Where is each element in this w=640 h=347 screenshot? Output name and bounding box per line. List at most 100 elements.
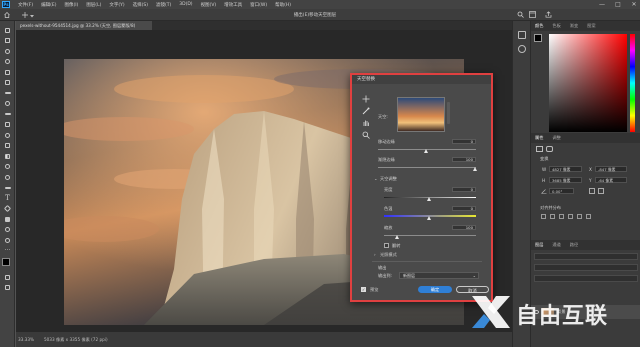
fade-edge-thumb[interactable] (473, 167, 477, 171)
preview-checkbox[interactable]: ✓ (361, 287, 366, 292)
sky-preset-thumbnail[interactable] (397, 97, 445, 132)
adjustments-panel-icon[interactable] (518, 45, 526, 53)
lighting-mode-label[interactable]: 光照模式 (380, 252, 397, 258)
shift-edge-field[interactable]: 0 (452, 139, 476, 144)
align-top-icon[interactable] (568, 214, 573, 219)
path-select-icon[interactable] (0, 204, 15, 215)
tab-paths[interactable]: 路径 (570, 242, 578, 248)
zoom-tool-icon[interactable] (362, 131, 370, 139)
healing-brush-icon[interactable] (0, 99, 15, 110)
dodge-tool-icon[interactable] (0, 172, 15, 183)
align-right-icon[interactable] (559, 214, 564, 219)
menu-3d[interactable]: 3D(D) (179, 2, 192, 7)
move-tool-icon[interactable] (0, 25, 15, 36)
quick-select-icon[interactable] (0, 57, 15, 68)
tab-layers[interactable]: 图层 (535, 242, 543, 248)
brightness-field[interactable]: 0 (452, 187, 476, 192)
search-icon[interactable] (517, 11, 524, 18)
document-tab[interactable]: pexels-without-9544514.jpg @ 33.2% (天空, … (16, 21, 152, 30)
temperature-thumb[interactable] (427, 216, 431, 220)
menu-help[interactable]: 帮助(H) (275, 2, 291, 8)
frame-tool-icon[interactable] (0, 78, 15, 89)
color-picker-field[interactable] (549, 34, 627, 132)
history-brush-icon[interactable] (0, 130, 15, 141)
temperature-field[interactable]: 0 (452, 206, 476, 211)
menu-layer[interactable]: 图层(L) (86, 2, 101, 8)
tab-gradients[interactable]: 渐变 (570, 23, 578, 29)
menu-filter[interactable]: 滤镜(T) (156, 2, 171, 8)
menu-select[interactable]: 选择(S) (133, 2, 148, 8)
y-field[interactable]: -64 像素 (595, 177, 627, 183)
gradient-tool-icon[interactable] (0, 151, 15, 162)
hue-slider[interactable] (630, 34, 635, 132)
lock-row[interactable] (534, 275, 638, 282)
menu-type[interactable]: 文字(Y) (109, 2, 124, 8)
eyedropper-icon[interactable] (0, 88, 15, 99)
more-tools-icon[interactable]: ··· (0, 246, 15, 257)
align-center-icon[interactable] (550, 214, 555, 219)
fg-swatch-small[interactable] (534, 34, 542, 42)
menu-window[interactable]: 窗口(W) (250, 2, 267, 8)
flip-checkbox[interactable] (384, 243, 389, 248)
tab-swatches[interactable]: 色板 (552, 23, 560, 29)
photoshop-logo[interactable]: Ps (2, 1, 10, 8)
maximize-button[interactable]: □ (614, 1, 622, 9)
brush-tool-icon[interactable] (0, 109, 15, 120)
scale-field[interactable]: 100 (452, 225, 476, 230)
blend-mode-field[interactable] (534, 264, 638, 271)
chevron-down-icon[interactable] (30, 14, 34, 18)
foreground-color-swatch[interactable] (2, 258, 10, 266)
zoom-level[interactable]: 33.33% (18, 337, 34, 342)
menu-edit[interactable]: 编辑(E) (41, 2, 56, 8)
close-window-button[interactable]: ✕ (630, 1, 638, 9)
tab-patterns[interactable]: 图案 (587, 23, 595, 29)
workspace-icon[interactable] (529, 11, 536, 18)
lighting-chevron-icon[interactable]: › (374, 252, 376, 257)
angle-field[interactable]: 0.00° (549, 188, 574, 194)
history-panel-icon[interactable] (518, 31, 526, 39)
tab-adjustments[interactable]: 调整 (552, 135, 560, 141)
marquee-tool-icon[interactable] (0, 36, 15, 47)
flip-vertical-icon[interactable] (598, 188, 604, 194)
lasso-tool-icon[interactable] (0, 46, 15, 57)
type-tool-icon[interactable]: T (0, 193, 15, 204)
sky-adjust-label[interactable]: 天空调整 (380, 176, 397, 182)
shape-tool-icon[interactable] (0, 214, 15, 225)
layer-filter-field[interactable] (534, 253, 638, 260)
fade-edge-field[interactable]: 100 (452, 157, 476, 162)
blur-tool-icon[interactable] (0, 162, 15, 173)
tab-channels[interactable]: 通道 (552, 242, 560, 248)
zoom-tool-icon[interactable] (0, 235, 15, 246)
home-icon[interactable] (4, 12, 10, 18)
quick-mask-icon[interactable] (0, 272, 15, 283)
ok-button[interactable]: 确定 (418, 286, 452, 293)
tab-properties[interactable]: 属性 (535, 135, 543, 141)
sky-brush-tool-icon[interactable] (362, 107, 370, 115)
output-to-select[interactable]: 新图层 ⌄ (399, 272, 479, 279)
screen-mode-icon[interactable] (0, 283, 15, 294)
menu-file[interactable]: 文件(F) (18, 2, 33, 8)
brightness-thumb[interactable] (427, 197, 431, 201)
align-left-icon[interactable] (541, 214, 546, 219)
width-field[interactable]: 4827 像素 (549, 166, 582, 172)
color-swatches[interactable] (0, 256, 14, 272)
align-middle-icon[interactable] (577, 214, 582, 219)
tab-color[interactable]: 颜色 (535, 23, 543, 29)
crop-tool-icon[interactable] (0, 67, 15, 78)
minimize-button[interactable]: — (598, 1, 606, 9)
fade-edge-slider[interactable] (378, 167, 476, 168)
dialog-title[interactable]: 天空替换 (352, 75, 491, 84)
height-field[interactable]: 3685 像素 (549, 177, 582, 183)
move-options-icon[interactable] (22, 12, 28, 18)
hand-tool-icon[interactable] (0, 225, 15, 236)
x-field[interactable]: -847 像素 (595, 166, 627, 172)
menu-image[interactable]: 图像(I) (64, 2, 78, 8)
menu-view[interactable]: 视图(V) (201, 2, 217, 8)
hand-tool-icon[interactable] (362, 119, 370, 127)
align-bottom-icon[interactable] (586, 214, 591, 219)
sky-move-tool-icon[interactable] (362, 95, 370, 103)
clone-stamp-icon[interactable] (0, 120, 15, 131)
sky-adjust-chevron-icon[interactable]: ⌄ (374, 176, 378, 181)
eraser-icon[interactable] (0, 141, 15, 152)
shift-edge-thumb[interactable] (424, 149, 428, 153)
